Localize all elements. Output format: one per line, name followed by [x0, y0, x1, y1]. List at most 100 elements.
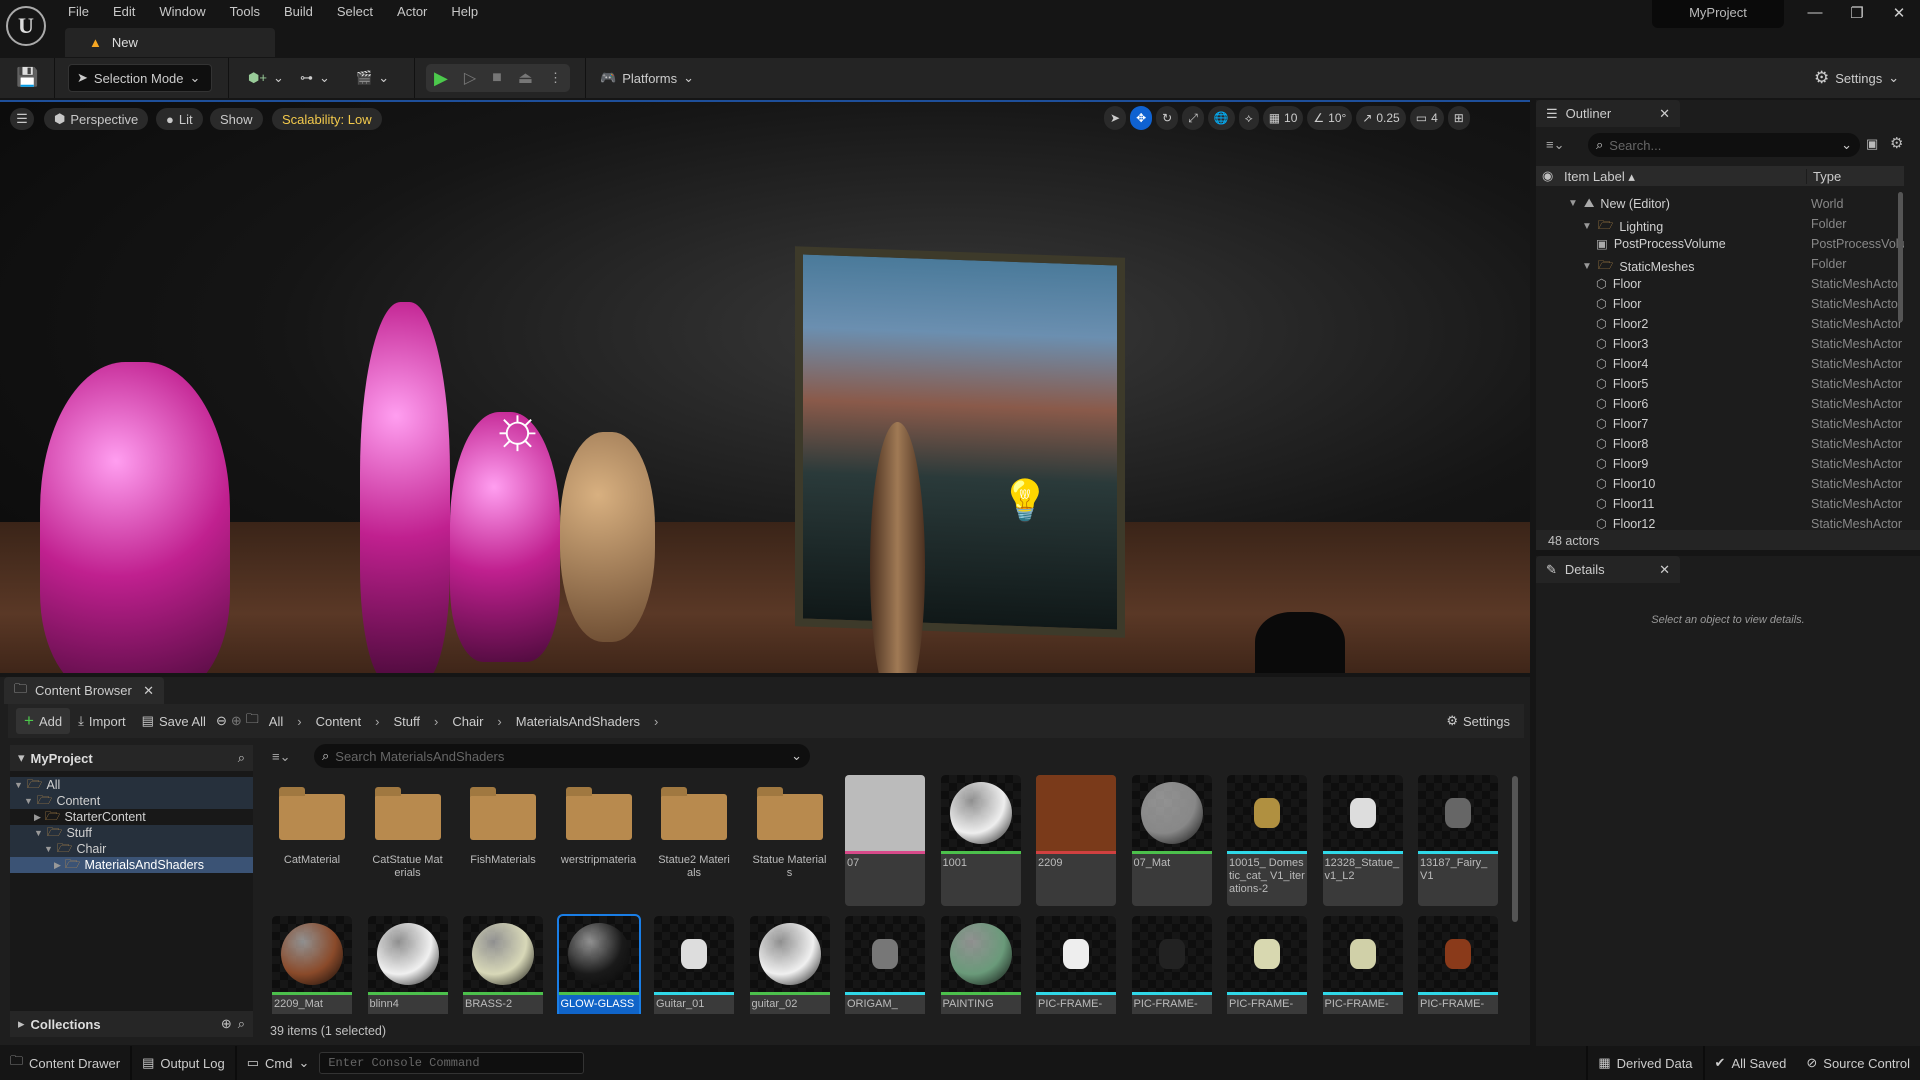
cmd-dropdown[interactable]: ▭ Cmd ⌄: [237, 1046, 320, 1080]
minimize-button[interactable]: —: [1800, 4, 1830, 28]
chevron-right-icon[interactable]: ›: [491, 714, 507, 729]
close-icon[interactable]: ✕: [1659, 562, 1670, 578]
stop-icon[interactable]: ■: [484, 64, 510, 92]
outliner-search-input[interactable]: ⌕ Search... ⌄: [1588, 133, 1860, 157]
caret-down-icon[interactable]: ▼: [44, 844, 53, 854]
add-collection-icon[interactable]: ⊕: [221, 1016, 232, 1032]
visibility-icon[interactable]: ◉: [1542, 168, 1553, 184]
asset-tile[interactable]: 2209: [1036, 775, 1116, 906]
scale-tool-icon[interactable]: ⤢: [1182, 106, 1204, 130]
close-icon[interactable]: ✕: [1659, 106, 1670, 122]
asset-tile[interactable]: Statue Materials: [750, 775, 830, 906]
outliner-row[interactable]: ⬡ Floor11 StaticMeshActor: [1536, 494, 1904, 514]
filter-icon[interactable]: ≡⌄: [1546, 137, 1564, 153]
scale-snap-button[interactable]: ↗ 0.25: [1356, 106, 1406, 130]
asset-tile[interactable]: GLOW-GLASS: [556, 914, 641, 1014]
asset-tile[interactable]: PIC-FRAME-: [1418, 916, 1498, 1014]
item-label-column[interactable]: Item Label ▴: [1564, 169, 1635, 185]
caret-right-icon[interactable]: ▶: [34, 812, 41, 823]
light-icon[interactable]: ☼: [490, 392, 545, 461]
details-tab[interactable]: ✎ Details ✕: [1536, 556, 1680, 583]
outliner-row[interactable]: ⬡ Floor2 StaticMeshActor: [1536, 314, 1904, 334]
content-drawer-button[interactable]: 🗀 Content Drawer: [0, 1046, 133, 1080]
outliner-row[interactable]: ⬡ Floor5 StaticMeshActor: [1536, 374, 1904, 394]
scalability-button[interactable]: Scalability: Low: [272, 108, 382, 130]
outliner-row[interactable]: ⬡ Floor3 StaticMeshActor: [1536, 334, 1904, 354]
outliner-tab[interactable]: ☰ Outliner ✕: [1536, 100, 1680, 127]
breadcrumb-item[interactable]: All: [261, 708, 291, 734]
output-log-button[interactable]: ▤ Output Log: [132, 1046, 237, 1080]
console-input[interactable]: Enter Console Command: [319, 1052, 585, 1074]
caret-down-icon[interactable]: ▼: [14, 780, 23, 790]
close-window-button[interactable]: ✕: [1884, 4, 1914, 28]
select-tool-icon[interactable]: ➤: [1104, 106, 1127, 130]
breadcrumb-item[interactable]: Content: [308, 708, 370, 734]
more-options-icon[interactable]: ⋮: [541, 64, 570, 92]
layout-icon[interactable]: ⊞: [1447, 106, 1470, 130]
show-button[interactable]: Show: [210, 108, 263, 130]
import-button[interactable]: ⤓ Import: [70, 708, 134, 734]
asset-tile[interactable]: 12328_Statue_ v1_L2: [1322, 775, 1403, 906]
tree-item-stuff[interactable]: ▼ 🗁 Stuff: [10, 825, 253, 841]
forward-button[interactable]: ⊕: [229, 708, 244, 734]
grid-snap-button[interactable]: ▦ 10: [1262, 106, 1304, 130]
outliner-row[interactable]: ⬡ Floor12 StaticMeshActor: [1536, 514, 1904, 531]
asset-tile[interactable]: guitar_02: [749, 916, 830, 1014]
rotate-tool-icon[interactable]: ↻: [1156, 106, 1179, 130]
asset-tile[interactable]: 07_Mat: [1131, 775, 1212, 906]
derived-data-button[interactable]: ▦ Derived Data: [1586, 1046, 1705, 1080]
viewport-menu-button[interactable]: ☰: [10, 108, 34, 130]
tree-item-chair[interactable]: ▼ 🗁 Chair: [10, 841, 253, 857]
asset-tile[interactable]: BRASS-2: [463, 916, 543, 1014]
search-icon[interactable]: ⌕: [238, 1016, 245, 1032]
outliner-row[interactable]: ⬡ Floor6 StaticMeshActor: [1536, 394, 1904, 414]
menu-edit[interactable]: Edit: [101, 2, 147, 22]
asset-tile[interactable]: FishMaterials: [463, 775, 543, 906]
caret-down-icon[interactable]: ▼: [24, 796, 33, 806]
outliner-row[interactable]: ▼ 🗁 StaticMeshes Folder: [1536, 254, 1904, 274]
add-folder-icon[interactable]: ▣: [1866, 136, 1878, 152]
asset-tile[interactable]: 10015_ Domestic_cat_ V1_iterations-2: [1227, 775, 1307, 906]
outliner-row[interactable]: ⬡ Floor StaticMeshActor: [1536, 274, 1904, 294]
chevron-right-icon[interactable]: ›: [648, 714, 664, 729]
menu-tools[interactable]: Tools: [218, 2, 272, 22]
asset-tile[interactable]: PIC-FRAME-: [1227, 916, 1307, 1014]
lit-button[interactable]: ● Lit: [156, 108, 203, 130]
outliner-row[interactable]: ⬡ Floor7 StaticMeshActor: [1536, 414, 1904, 434]
perspective-button[interactable]: ⬢ Perspective: [44, 108, 149, 130]
breadcrumb-item[interactable]: Stuff: [385, 708, 428, 734]
menu-select[interactable]: Select: [325, 2, 385, 22]
outliner-row[interactable]: ⬡ Floor9 StaticMeshActor: [1536, 454, 1904, 474]
menu-file[interactable]: File: [56, 2, 101, 22]
world-space-icon[interactable]: 🌐: [1207, 106, 1235, 130]
chevron-right-icon[interactable]: ›: [428, 714, 444, 729]
outliner-row[interactable]: ⬡ Floor4 StaticMeshActor: [1536, 354, 1904, 374]
save-all-button[interactable]: ▤ Save All: [134, 708, 214, 734]
selection-mode-dropdown[interactable]: ➤ Selection Mode ⌄: [68, 64, 212, 92]
outliner-row[interactable]: ⬡ Floor10 StaticMeshActor: [1536, 474, 1904, 494]
move-tool-icon[interactable]: ✥: [1130, 106, 1153, 130]
rotation-snap-button[interactable]: ∠ 10°: [1307, 106, 1353, 130]
asset-tile[interactable]: PAINTING: [940, 916, 1021, 1014]
chevron-right-icon[interactable]: ›: [369, 714, 385, 729]
menu-help[interactable]: Help: [439, 2, 490, 22]
back-button[interactable]: ⊖: [214, 708, 229, 734]
eject-icon[interactable]: ⏏: [510, 64, 541, 92]
menu-actor[interactable]: Actor: [385, 2, 439, 22]
asset-tile[interactable]: PIC-FRAME-: [1131, 916, 1212, 1014]
asset-tile[interactable]: Statue2 Materials: [654, 775, 734, 906]
caret-right-icon[interactable]: ▶: [54, 860, 61, 871]
search-icon[interactable]: ⌕: [238, 750, 245, 766]
cb-settings-button[interactable]: ⚙ Settings: [1438, 708, 1518, 734]
outliner-row[interactable]: ⬡ Floor StaticMeshActor: [1536, 294, 1904, 314]
asset-tile[interactable]: 13187_Fairy_ V1: [1418, 775, 1498, 906]
camera-speed-button[interactable]: ▭ 4: [1409, 106, 1444, 130]
add-button[interactable]: + Add: [16, 708, 71, 734]
caret-down-icon[interactable]: ▼: [34, 828, 43, 838]
caret-down-icon[interactable]: ▼: [1582, 261, 1592, 272]
cinematics-button[interactable]: 🎬 ⌄: [348, 64, 397, 92]
add-actor-button[interactable]: ⬢+ ⌄: [240, 64, 292, 92]
collections-header[interactable]: ▸ Collections ⊕ ⌕: [10, 1011, 253, 1037]
surface-snap-icon[interactable]: ⟡: [1238, 106, 1259, 130]
asset-tile[interactable]: werstripmateria: [559, 775, 639, 906]
